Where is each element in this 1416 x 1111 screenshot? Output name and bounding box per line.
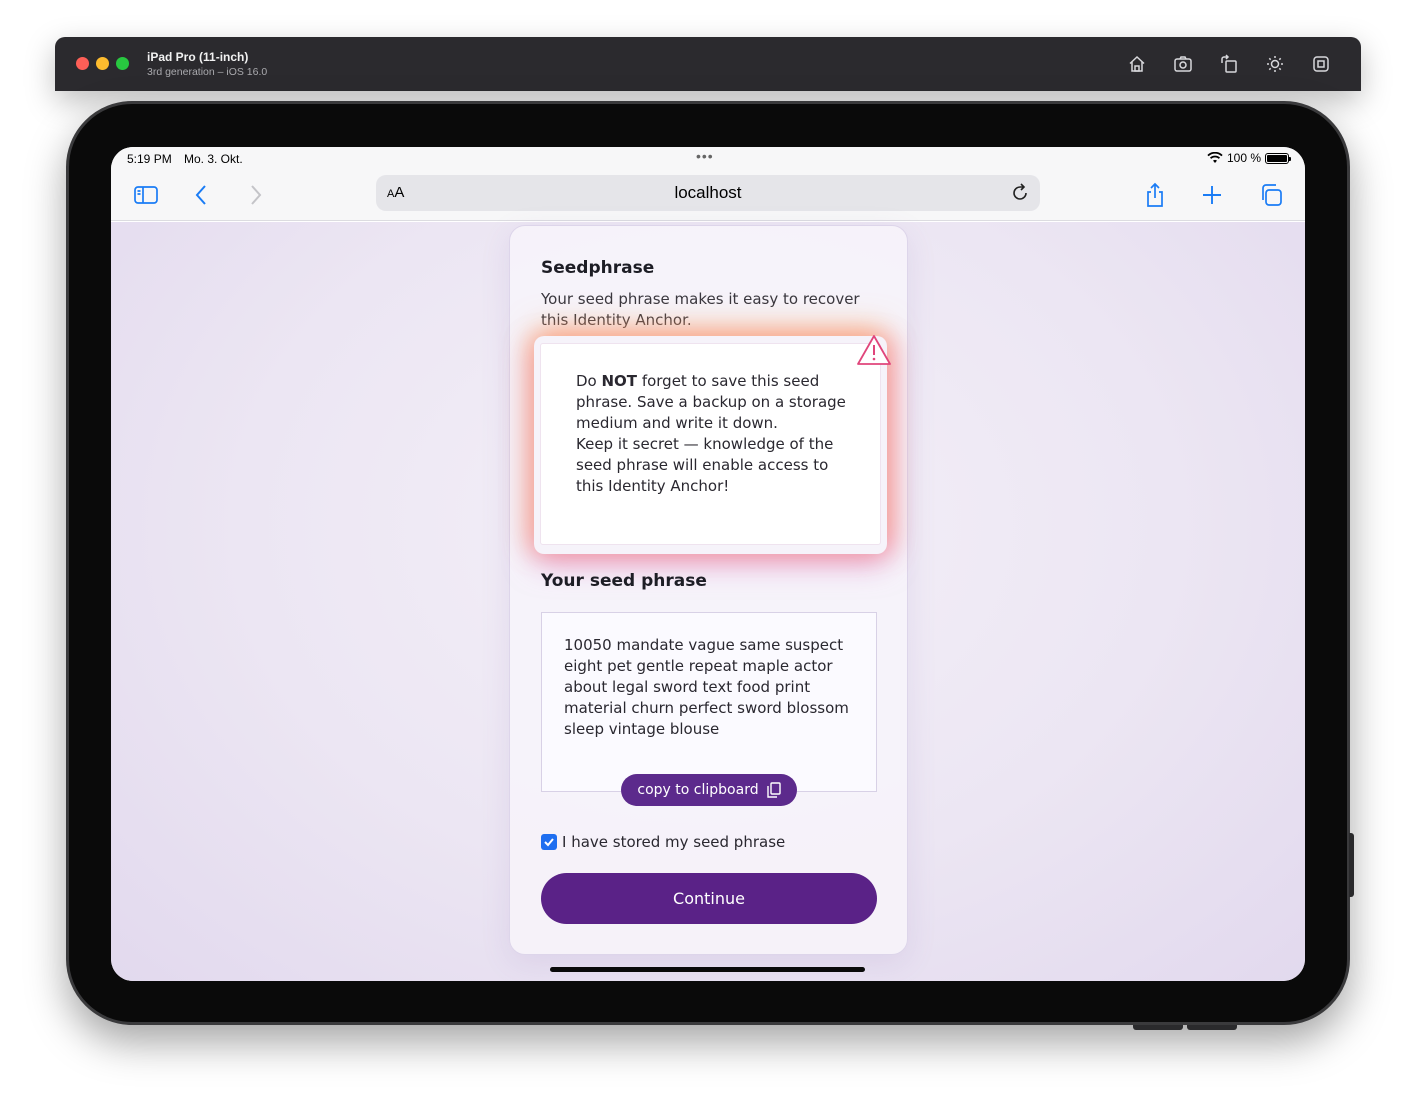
wifi-icon bbox=[1207, 152, 1223, 163]
copy-label: copy to clipboard bbox=[637, 782, 759, 798]
warning-triangle-icon bbox=[857, 335, 891, 365]
device-side-button[interactable] bbox=[1349, 833, 1354, 897]
close-window-button[interactable] bbox=[76, 57, 89, 70]
card-title: Seedphrase bbox=[541, 258, 655, 278]
screenshot-icon[interactable] bbox=[1171, 52, 1195, 76]
keyboard-icon[interactable] bbox=[1309, 52, 1333, 76]
simulator-device-os: 3rd generation – iOS 16.0 bbox=[147, 66, 268, 78]
appearance-icon[interactable] bbox=[1263, 52, 1287, 76]
url-text: localhost bbox=[674, 183, 742, 202]
zoom-window-button[interactable] bbox=[116, 57, 129, 70]
simulator-device-name: iPad Pro (11-inch) bbox=[147, 50, 249, 64]
minimize-window-button[interactable] bbox=[96, 57, 109, 70]
safari-toolbar: AA localhost bbox=[111, 171, 1305, 221]
home-icon[interactable] bbox=[1125, 52, 1149, 76]
seed-phrase-box[interactable]: 10050 mandate vague same suspect eight p… bbox=[541, 612, 877, 792]
warning-text: Do NOT forget to save this seed phrase. … bbox=[576, 372, 846, 495]
forward-chevron-icon[interactable] bbox=[239, 179, 271, 211]
share-icon[interactable] bbox=[1139, 179, 1171, 211]
web-page: Seedphrase Your seed phrase makes it eas… bbox=[111, 222, 1305, 981]
multitasking-dots-icon[interactable]: ••• bbox=[696, 148, 714, 164]
stored-seed-checkbox-row[interactable]: I have stored my seed phrase bbox=[541, 833, 785, 851]
continue-button[interactable]: Continue bbox=[541, 873, 877, 924]
seedphrase-card: Seedphrase Your seed phrase makes it eas… bbox=[509, 225, 908, 955]
home-indicator[interactable] bbox=[550, 967, 865, 972]
stored-seed-checkbox[interactable] bbox=[541, 834, 557, 850]
copy-icon bbox=[766, 782, 781, 798]
seed-phrase-heading: Your seed phrase bbox=[541, 571, 707, 591]
back-chevron-icon[interactable] bbox=[186, 179, 218, 211]
card-description: Your seed phrase makes it easy to recove… bbox=[541, 290, 860, 329]
warning-box: Do NOT forget to save this seed phrase. … bbox=[540, 343, 881, 545]
ios-status-bar: 5:19 PM Mo. 3. Okt. ••• 100 % bbox=[111, 147, 1305, 171]
battery-icon bbox=[1265, 152, 1291, 164]
warning-emphasis: NOT bbox=[601, 372, 638, 390]
ipad-screen: 5:19 PM Mo. 3. Okt. ••• 100 % AA localho… bbox=[111, 147, 1305, 981]
tabs-overview-icon[interactable] bbox=[1255, 179, 1287, 211]
status-date: Mo. 3. Okt. bbox=[184, 152, 243, 166]
sidebar-icon[interactable] bbox=[130, 179, 162, 211]
reload-icon[interactable] bbox=[1008, 181, 1032, 205]
new-tab-plus-icon[interactable] bbox=[1196, 179, 1228, 211]
copy-to-clipboard-button[interactable]: copy to clipboard bbox=[621, 774, 797, 806]
simulator-title-bar: iPad Pro (11-inch) 3rd generation – iOS … bbox=[55, 37, 1361, 91]
address-bar[interactable]: AA localhost bbox=[376, 175, 1040, 211]
seed-phrase-text[interactable]: 10050 mandate vague same suspect eight p… bbox=[564, 635, 854, 740]
status-time: 5:19 PM bbox=[127, 152, 172, 166]
battery-percentage: 100 % bbox=[1226, 151, 1261, 165]
rotate-icon[interactable] bbox=[1217, 52, 1241, 76]
device-volume-up[interactable] bbox=[1187, 1025, 1237, 1030]
device-volume-down[interactable] bbox=[1133, 1025, 1183, 1030]
checkbox-label[interactable]: I have stored my seed phrase bbox=[562, 833, 785, 851]
